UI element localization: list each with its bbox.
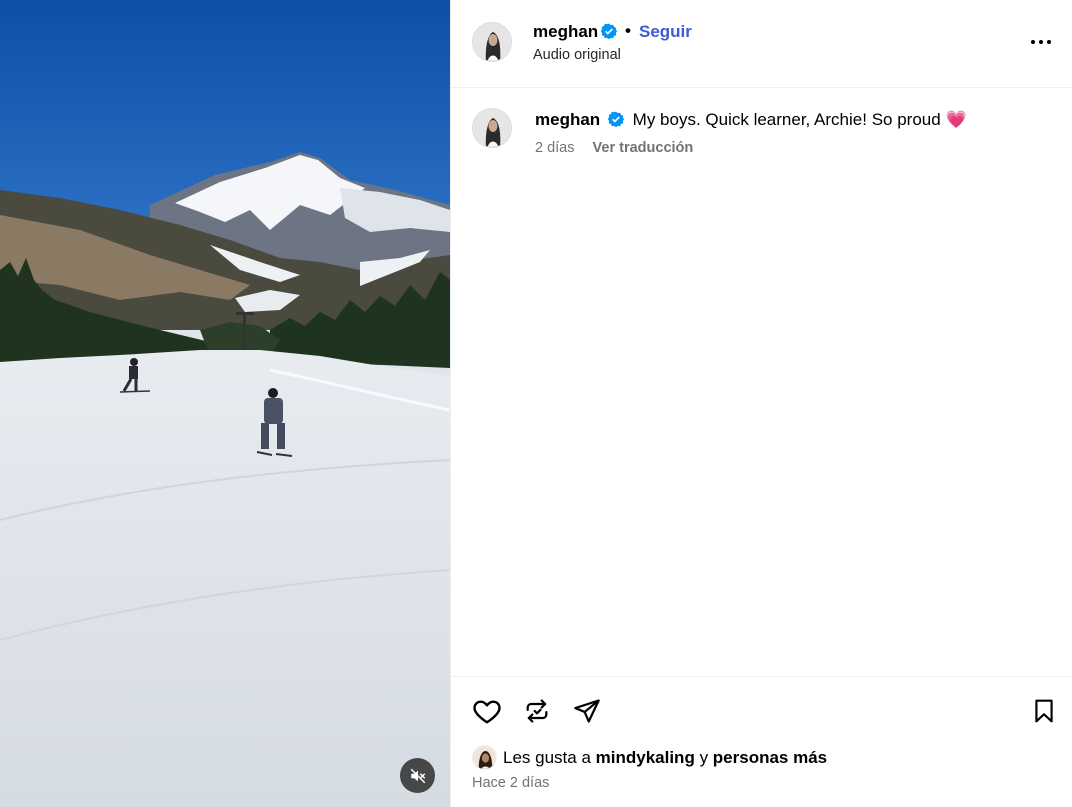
liker-username[interactable]: mindykaling <box>596 748 695 768</box>
post-date[interactable]: Hace 2 días <box>472 775 549 791</box>
avatar[interactable] <box>472 22 512 62</box>
audio-link[interactable]: Audio original <box>533 47 621 63</box>
username[interactable]: meghan <box>533 22 598 42</box>
separator-dot: • <box>625 21 631 40</box>
post-side-panel: meghan • Seguir Audio original meghan My… <box>450 0 1072 807</box>
others-likes-link[interactable]: personas más <box>713 748 827 768</box>
post-actions: Les gusta a mindykaling y personas más H… <box>451 676 1072 807</box>
mute-toggle-button[interactable] <box>400 758 435 793</box>
heart-emoji: 💗 <box>945 110 967 129</box>
caption-username[interactable]: meghan <box>535 110 600 129</box>
liker-photo <box>473 746 496 769</box>
caption-meta: 2 días Ver traducción <box>535 140 693 156</box>
likes-prefix: Les gusta a <box>503 747 591 767</box>
liker-avatar[interactable] <box>472 745 497 770</box>
ski-slope-video-frame <box>0 0 450 807</box>
caption-text: My boys. Quick learner, Archie! So proud <box>632 110 941 129</box>
bookmark-icon <box>1035 699 1053 723</box>
repost-icon <box>526 699 548 723</box>
muted-speaker-icon <box>410 768 425 783</box>
profile-photo <box>473 109 511 147</box>
profile-photo <box>473 23 511 61</box>
share-button[interactable] <box>571 695 603 727</box>
avatar[interactable] <box>472 108 512 148</box>
paper-plane-icon <box>574 699 600 723</box>
likes-summary: Les gusta a mindykaling y personas más <box>472 745 827 770</box>
caption-timestamp[interactable]: 2 días <box>535 140 575 156</box>
heart-icon <box>473 700 501 724</box>
save-button[interactable] <box>1028 695 1060 727</box>
see-translation-link[interactable]: Ver traducción <box>593 140 694 156</box>
more-options-icon <box>1031 40 1051 44</box>
verified-badge-icon <box>600 23 618 44</box>
follow-button[interactable]: Seguir <box>639 22 692 42</box>
post-video[interactable] <box>0 0 450 807</box>
more-options-button[interactable] <box>1025 32 1057 52</box>
verified-badge-icon <box>607 111 625 132</box>
like-button[interactable] <box>471 695 503 727</box>
likes-connector: y <box>699 747 709 767</box>
post-header: meghan • Seguir Audio original <box>451 0 1072 88</box>
caption-line: meghan My boys. Quick learner, Archie! S… <box>535 110 967 132</box>
repost-button[interactable] <box>521 695 553 727</box>
